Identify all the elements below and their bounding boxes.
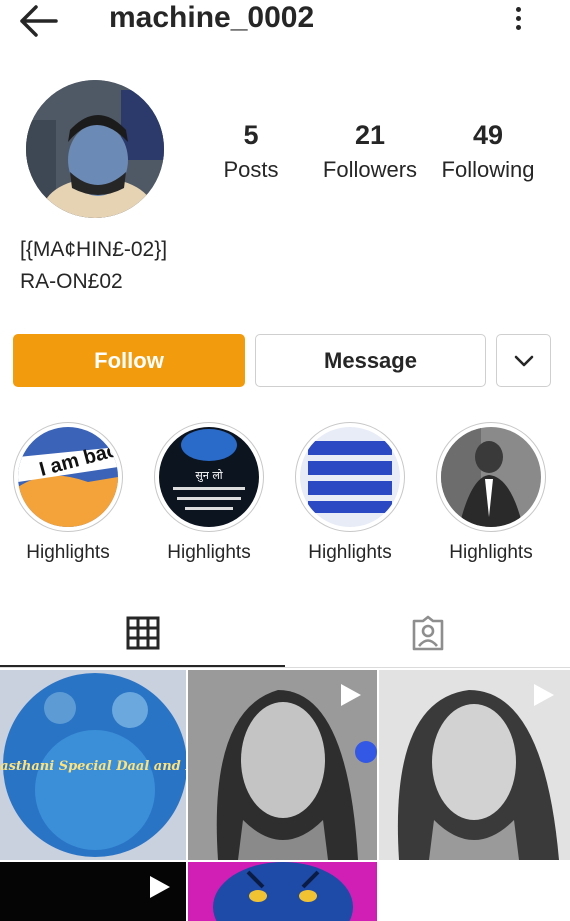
avatar[interactable] — [26, 80, 164, 218]
highlight-cover-text: सुन लो — [195, 469, 222, 482]
bio-display-name: [{MA¢HIN£-02}] — [20, 238, 168, 261]
posts-count: 5 — [243, 120, 259, 150]
following-count: 49 — [472, 120, 504, 150]
highlight-cover: I am back... — [18, 427, 118, 527]
highlight-cover — [300, 427, 400, 527]
message-button[interactable]: Message — [255, 334, 486, 387]
follow-button[interactable]: Follow — [13, 334, 245, 387]
highlight-cover: सुन लो — [159, 427, 259, 527]
highlight-item[interactable]: I am back... Highlights — [3, 422, 133, 564]
suggested-accounts-button[interactable] — [496, 334, 551, 387]
followers-count: 21 — [354, 120, 386, 150]
tagged-person-icon — [412, 615, 443, 651]
highlight-label: Highlights — [449, 542, 533, 563]
highlight-label: Highlights — [167, 542, 251, 563]
followers-label: Followers — [322, 157, 418, 182]
posts-stat[interactable]: 5 Posts — [191, 120, 311, 184]
tab-posts-grid[interactable] — [0, 600, 285, 667]
post-overlay-text: Rajasthani Special Daal and Baati — [0, 759, 186, 774]
grid-post[interactable] — [188, 670, 377, 860]
bio-text: RA-ON£02 — [20, 270, 123, 293]
video-icon — [341, 684, 361, 706]
grid-post[interactable]: Rajasthani Special Daal and Baati — [0, 670, 186, 860]
more-options-icon[interactable] — [506, 4, 530, 34]
back-arrow-icon[interactable] — [18, 4, 60, 38]
top-bar: machine_0002 — [0, 0, 570, 40]
profile-tabs — [0, 600, 570, 668]
following-stat[interactable]: 49 Following — [428, 120, 548, 184]
grid-icon — [126, 616, 159, 650]
highlight-label: Highlights — [308, 542, 392, 563]
video-icon — [150, 876, 170, 898]
tab-tagged[interactable] — [285, 600, 570, 666]
highlight-cover — [441, 427, 541, 527]
following-label: Following — [441, 157, 535, 182]
highlight-item[interactable]: Highlights — [285, 422, 415, 564]
posts-label: Posts — [223, 157, 279, 182]
highlight-label: Highlights — [26, 542, 110, 563]
highlight-item[interactable]: Highlights — [426, 422, 556, 564]
highlight-item[interactable]: सुन लो Highlights — [144, 422, 274, 564]
grid-post[interactable] — [379, 670, 570, 860]
grid-post[interactable] — [188, 862, 377, 921]
followers-stat[interactable]: 21 Followers — [310, 120, 430, 184]
profile-username: machine_0002 — [109, 1, 315, 34]
chevron-down-icon — [514, 355, 533, 366]
video-icon — [534, 684, 554, 706]
grid-post[interactable] — [0, 862, 186, 921]
